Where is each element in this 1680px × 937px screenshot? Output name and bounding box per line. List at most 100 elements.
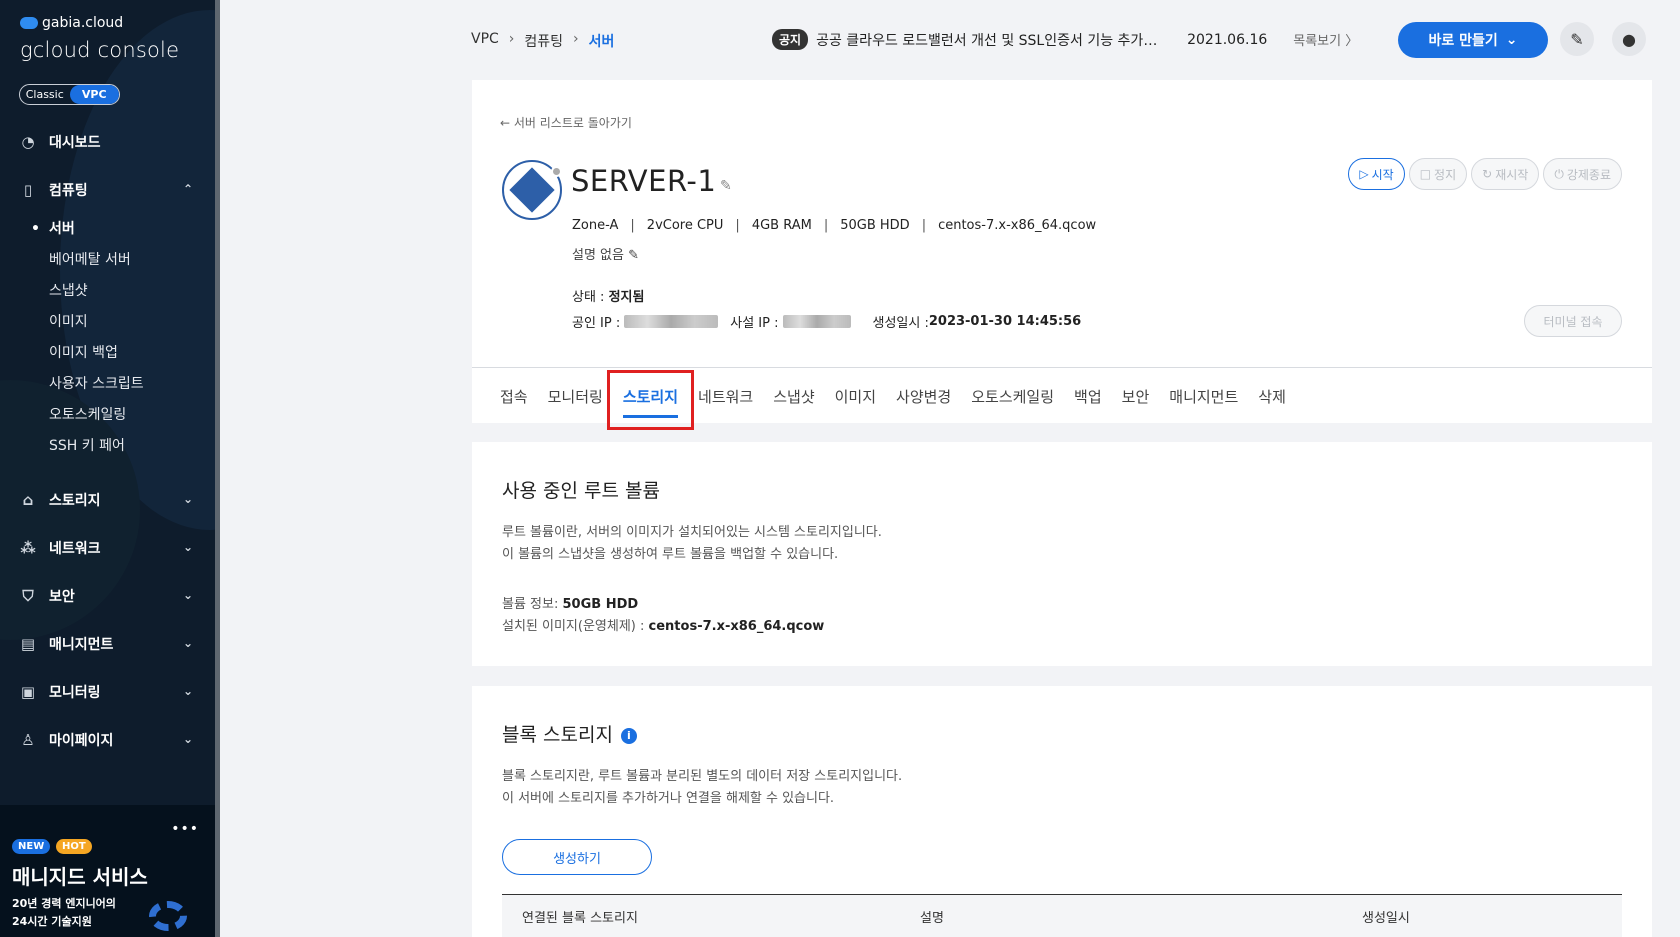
cloud-icon [20,17,38,29]
sidebar-item-computing[interactable]: ▯ 컴퓨팅 ⌃ [0,166,215,214]
installed-image-value: centos-7.x-x86_64.qcow [648,619,825,634]
brand-logo[interactable]: gabia.cloud [20,15,123,31]
console-title[interactable]: gcloud console [20,38,179,62]
server-description: 설명 없음 ✎ [572,244,639,263]
description-text: 설명 없음 [572,248,624,263]
sidebar-subitem-image[interactable]: 이미지 [49,307,215,338]
sidebar-subitem-autoscaling[interactable]: 오토스케일링 [49,400,215,431]
notice-bar: 공지 공공 클라우드 로드밸런서 개선 및 SSL인증서 기능 추가 안내 20… [772,29,1358,50]
stop-button[interactable]: □ 정지 [1408,158,1468,190]
sidebar-item-management[interactable]: ▤ 매니지먼트 ⌄ [0,620,215,668]
notice-text[interactable]: 공공 클라우드 로드밸런서 개선 및 SSL인증서 기능 추가 안내 [816,30,1161,50]
classic-vpc-toggle[interactable]: Classic VPC [19,84,120,105]
breadcrumb-vpc[interactable]: VPC [471,31,499,51]
breadcrumb-computing[interactable]: 컴퓨팅 [524,31,563,51]
chevron-right-icon: › [573,31,579,47]
info-icon[interactable]: i [620,727,637,744]
block-storage-description: 블록 스토리지란, 루트 볼륨과 분리된 별도의 데이터 저장 스토리지입니다.… [502,766,902,810]
tab-delete[interactable]: 삭제 [1250,368,1294,424]
start-button[interactable]: ▷ 시작 [1348,158,1405,190]
sidebar-item-monitoring[interactable]: ▣ 모니터링 ⌄ [0,668,215,716]
tab-management[interactable]: 매니지먼트 [1161,368,1246,424]
state-label: 상태 : [572,290,609,305]
chip-icon: ▯ [23,181,33,199]
chevron-right-icon: › [508,31,515,47]
monitor-icon: ▣ [20,683,36,701]
sidebar-item-security[interactable]: ⛉ 보안 ⌄ [0,572,215,620]
sidebar-subitem-baremetal[interactable]: 베어메탈 서버 [49,245,215,276]
chevron-down-icon: ⌄ [182,636,193,650]
promo-desc-line: 20년 경력 엔지니어의 [12,897,116,910]
create-block-storage-button[interactable]: 생성하기 [502,839,652,875]
network-icon: ⁂ [20,539,36,557]
spec-ram: 4GB RAM [751,218,812,233]
tab-network[interactable]: 네트워크 [690,368,761,424]
management-icon: ▤ [20,635,36,653]
chevron-down-icon: ⌄ [182,492,193,506]
toggle-classic[interactable]: Classic [20,85,70,104]
promo-banner[interactable]: ••• NEW HOT 매니지드 서비스 20년 경력 엔지니어의 24시간 기… [0,805,215,937]
sidebar-item-label: 매니지먼트 [49,637,114,653]
chat-icon[interactable]: ✎ [1560,22,1594,56]
tab-security[interactable]: 보안 [1114,368,1158,424]
sidebar-item-label: 컴퓨팅 [49,183,88,199]
sidebar-item-network[interactable]: ⁂ 네트워크 ⌄ [0,524,215,572]
sidebar-item-label: 보안 [49,589,75,605]
column-header-description: 설명 [920,911,944,926]
server-tabs: 접속 모니터링 스토리지 네트워크 스냅샷 이미지 사양변경 오토스케일링 백업… [472,367,1652,430]
toggle-vpc[interactable]: VPC [69,85,119,104]
spec-divider: | [823,218,829,233]
restart-label: 재시작 [1495,167,1529,182]
sidebar-subitem-image-backup[interactable]: 이미지 백업 [49,338,215,369]
shield-icon: ⛉ [22,587,34,605]
restart-button[interactable]: ↻ 재시작 [1471,158,1540,190]
sidebar-item-label: 대시보드 [49,135,101,151]
spec-divider: | [921,218,927,233]
notice-more-link[interactable]: 목록보기 〉 [1293,30,1358,49]
chevron-up-icon: ⌃ [182,182,193,196]
tab-snapshot[interactable]: 스냅샷 [765,368,822,424]
start-label: 시작 [1371,167,1394,182]
carousel-dots[interactable]: ••• [171,821,199,837]
private-ip-label: 사설 IP : [730,316,779,331]
user-profile-icon[interactable]: ● [1612,22,1646,56]
sidebar-item-mypage[interactable]: ♙ 마이페이지 ⌄ [0,716,215,764]
hot-badge: HOT [56,839,92,854]
private-ip-value-redacted [782,315,851,328]
edit-description-icon[interactable]: ✎ [628,248,639,263]
server-specs: Zone-A | 2vCore CPU | 4GB RAM | 50GB HDD | c… [572,218,1096,233]
tab-autoscaling[interactable]: 오토스케일링 [963,368,1062,424]
tab-access[interactable]: 접속 [500,368,536,424]
block-storage-title-text: 블록 스토리지 [502,724,613,746]
spec-disk: 50GB HDD [840,218,910,233]
sidebar-subitem-ssh-keypair[interactable]: SSH 키 페어 [49,431,215,462]
server-name: SERVER-1 [571,164,717,198]
top-header: VPC › 컴퓨팅 › 서버 공지 공공 클라우드 로드밸런서 개선 및 SSL… [220,0,1680,80]
tab-image[interactable]: 이미지 [827,368,884,424]
sidebar-subitem-server[interactable]: 서버 [31,214,215,245]
computing-submenu: 서버 베어메탈 서버 스냅샷 이미지 이미지 백업 사용자 스크립트 오토스케일… [0,214,215,462]
terminal-connect-button[interactable]: 터미널 접속 [1524,305,1622,337]
tab-spec-change[interactable]: 사양변경 [888,368,959,424]
sidebar-item-dashboard[interactable]: ◔ 대시보드 [0,118,215,166]
chevron-down-icon: ⌄ [182,588,193,602]
tab-storage[interactable]: 스토리지 [606,368,695,430]
force-stop-button[interactable]: ⏻ 강제종료 [1543,158,1622,190]
edit-name-icon[interactable]: ✎ [720,178,732,194]
back-to-server-list-link[interactable]: ← 서버 리스트로 돌아가기 [500,114,632,131]
sidebar-item-label: 모니터링 [49,685,101,701]
breadcrumb-server[interactable]: 서버 [589,31,615,51]
sidebar-item-storage[interactable]: ⌂ 스토리지 ⌄ [0,476,215,524]
promo-desc-line: 24시간 기술지원 [12,915,92,928]
storage-icon: ⌂ [22,491,34,509]
block-storage-title: 블록 스토리지 i [502,720,637,747]
restart-icon: ↻ [1482,167,1493,181]
quick-create-button[interactable]: 바로 만들기 ⌄ [1398,22,1548,58]
column-header-attached-storage: 연결된 블록 스토리지 [522,911,638,926]
tab-backup[interactable]: 백업 [1066,368,1110,424]
tab-monitoring[interactable]: 모니터링 [540,368,611,424]
sidebar-subitem-user-script[interactable]: 사용자 스크립트 [49,369,215,400]
sidebar-item-label: 네트워크 [49,541,101,557]
power-icon: ⏻ [1554,166,1564,181]
sidebar-subitem-snapshot[interactable]: 스냅샷 [49,276,215,307]
